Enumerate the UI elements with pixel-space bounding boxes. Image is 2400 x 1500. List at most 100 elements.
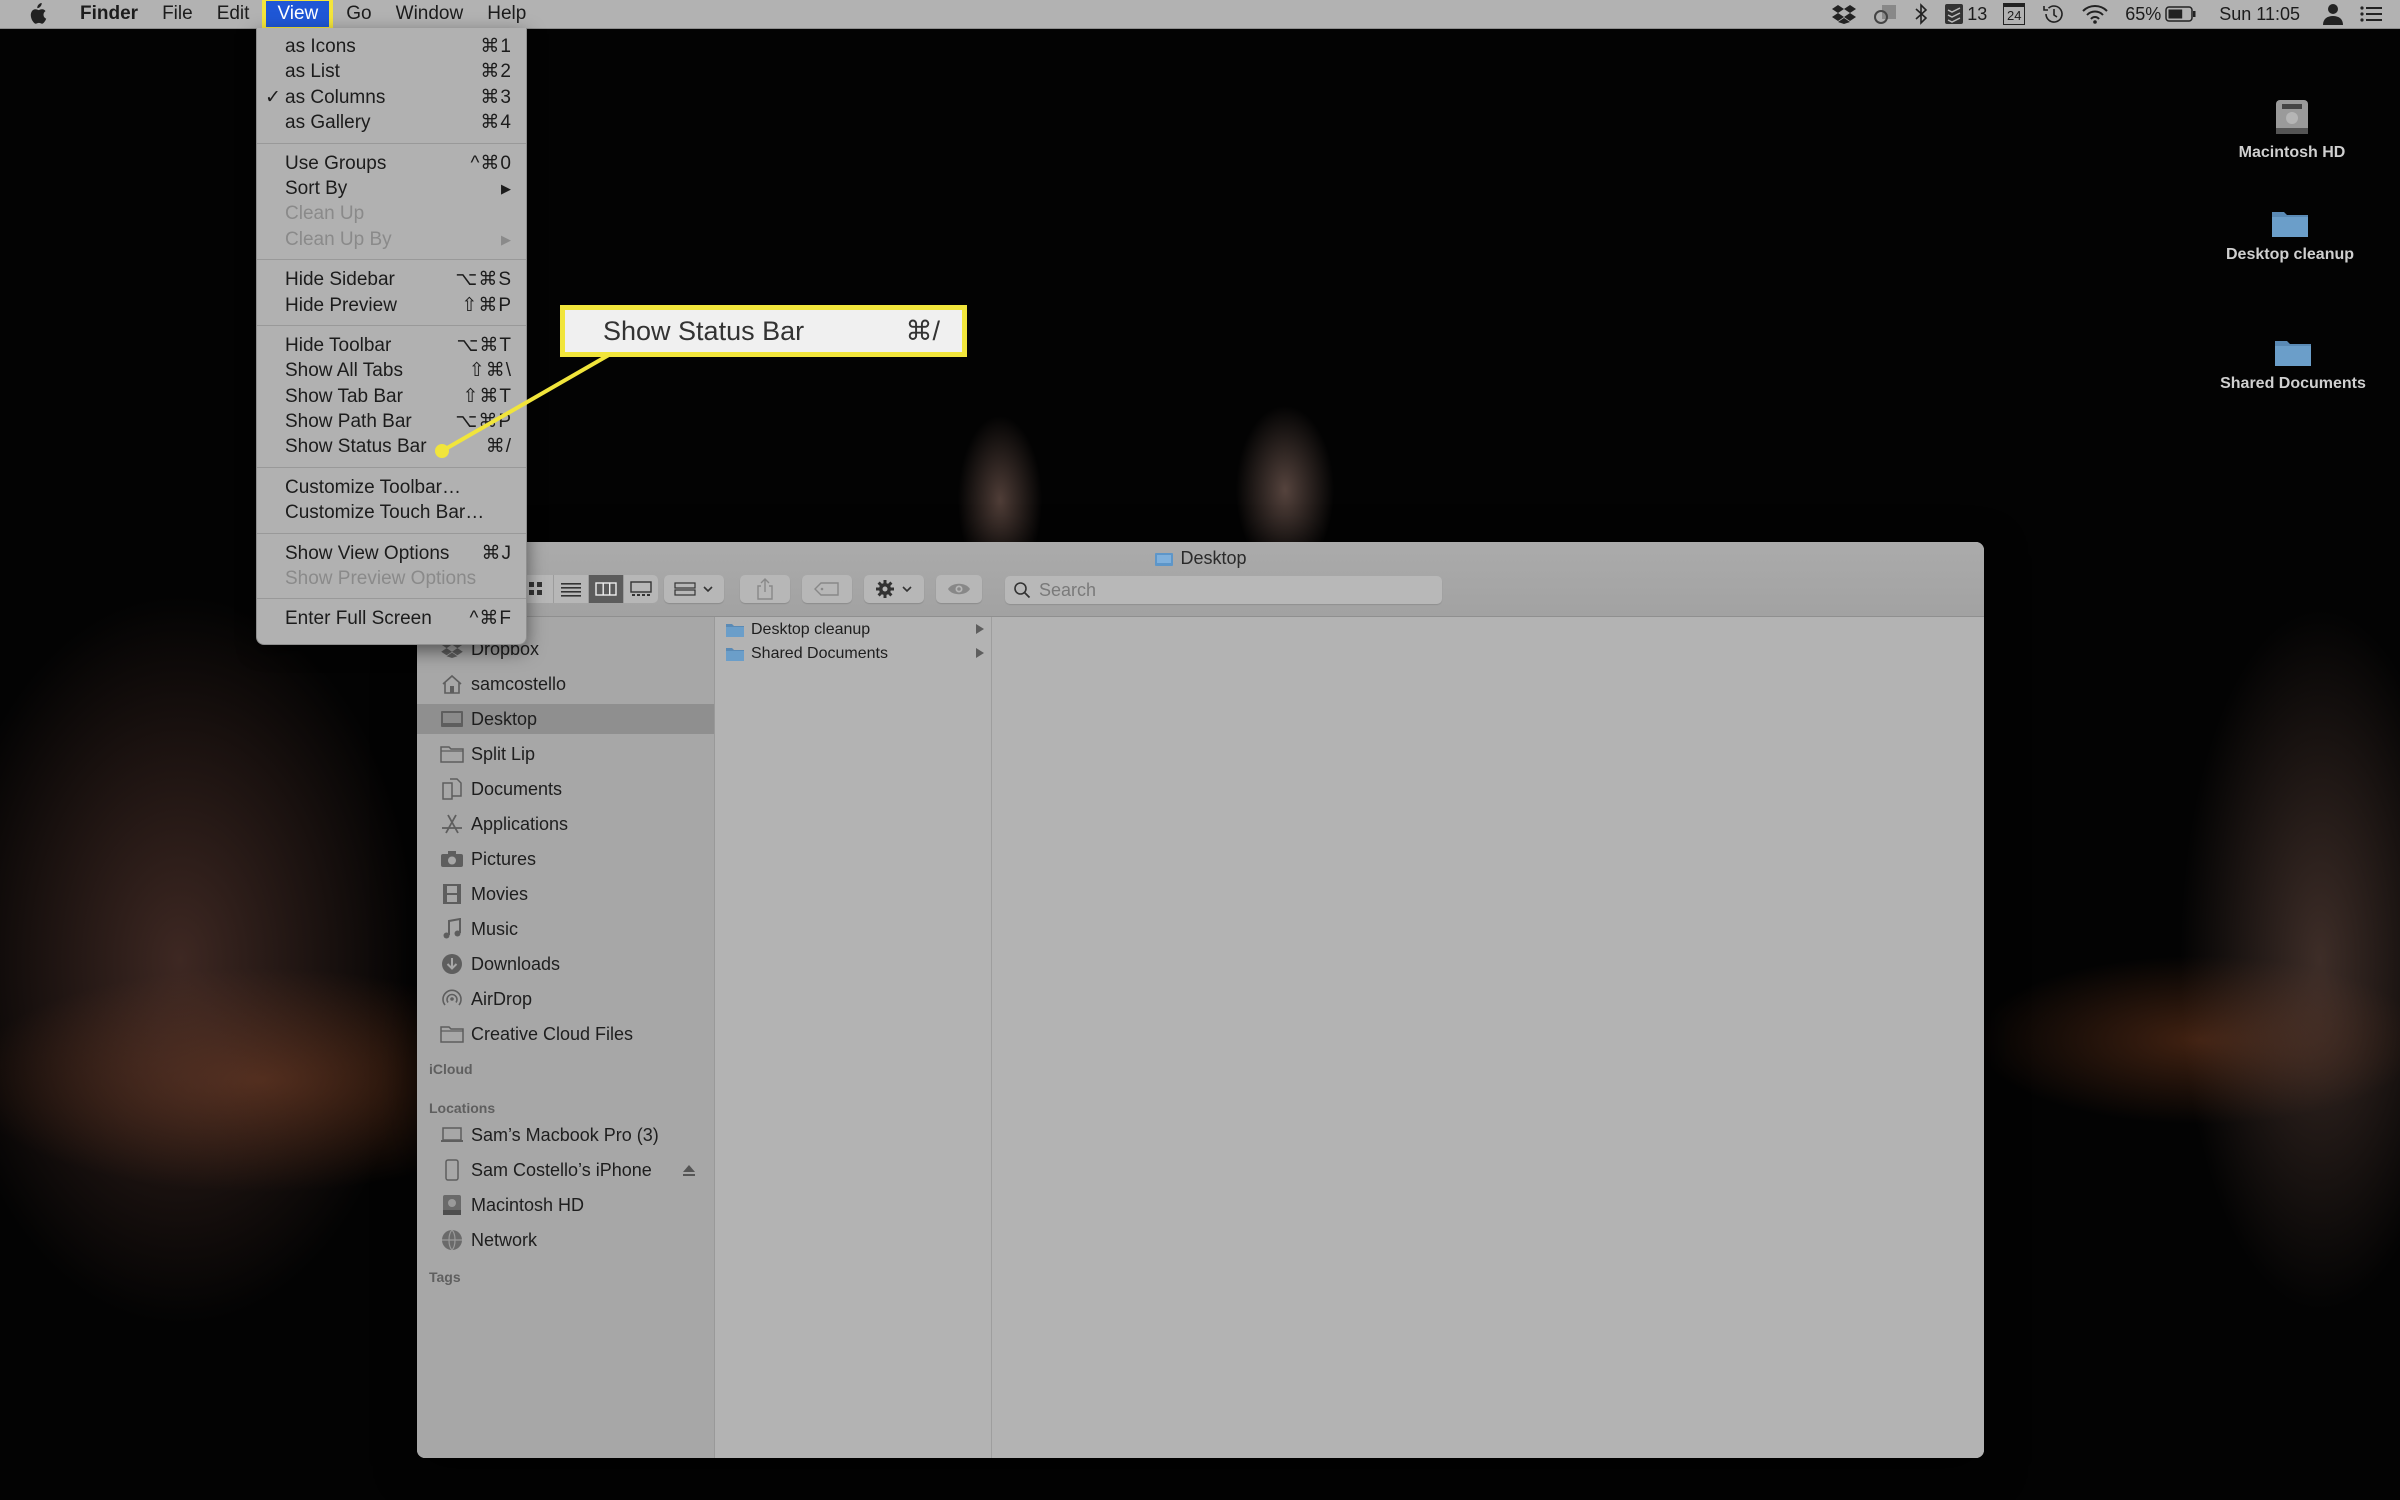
menu-go[interactable]: Go: [334, 0, 383, 28]
menu-separator: [257, 259, 526, 261]
menu-item-show-all-tabs[interactable]: Show All Tabs ⇧⌘\: [257, 358, 526, 383]
column-item-desktop-cleanup[interactable]: Desktop cleanup: [715, 618, 991, 642]
sidebar-item-music[interactable]: Music: [417, 914, 714, 944]
menu-file[interactable]: File: [150, 0, 205, 28]
sidebar-item-downloads[interactable]: Downloads: [417, 949, 714, 979]
sidebar-item-samcostello[interactable]: samcostello: [417, 669, 714, 699]
menu-item-hide-toolbar[interactable]: Hide Toolbar ⌥⌘T: [257, 333, 526, 358]
menu-item-show-view-options[interactable]: Show View Options ⌘J: [257, 541, 526, 566]
desktop-icon-macintosh-hd[interactable]: Macintosh HD: [2207, 98, 2377, 162]
menu-item-clean-up: Clean Up: [257, 201, 526, 226]
sidebar-item-network[interactable]: Network: [417, 1225, 714, 1255]
sidebar-item-documents[interactable]: Documents: [417, 774, 714, 804]
dropbox-icon[interactable]: [1824, 0, 1864, 28]
todoist-menu[interactable]: 13: [1936, 0, 1995, 28]
menu-item-shortcut: ⌘/: [485, 436, 512, 458]
menu-item-shortcut: ⇧⌘T: [462, 385, 512, 407]
menu-item-shortcut: ⌘J: [481, 542, 512, 564]
menu-item-show-path-bar[interactable]: Show Path Bar ⌥⌘P: [257, 409, 526, 434]
desktop-icon-label: Macintosh HD: [2238, 144, 2346, 161]
tag-button[interactable]: [802, 575, 852, 603]
menu-item-show-preview-options: Show Preview Options: [257, 566, 526, 591]
time-machine-icon[interactable]: [2033, 0, 2073, 28]
sidebar-item-macintosh-hd[interactable]: Macintosh HD: [417, 1190, 714, 1220]
view-menu: as Icons ⌘1 as List ⌘2 ✓ as Columns ⌘3 as Galle…: [256, 28, 527, 645]
eject-icon[interactable]: [682, 1161, 696, 1182]
menu-item-label: as Icons: [285, 36, 356, 57]
sidebar-item-applications[interactable]: Applications: [417, 809, 714, 839]
menu-item-as-list[interactable]: as List ⌘2: [257, 59, 526, 84]
sidebar-item-iphone[interactable]: Sam Costello’s iPhone: [417, 1155, 714, 1185]
clock[interactable]: Sun 11:05: [2205, 0, 2314, 28]
title-toolbar: Desktop: [417, 542, 1984, 617]
menu-item-label: Clean Up By: [285, 228, 392, 250]
menu-item-label: Clean Up: [285, 203, 365, 225]
sidebar-item-pictures[interactable]: Pictures: [417, 844, 714, 874]
menu-item-sort-by[interactable]: Sort By ▶: [257, 176, 526, 201]
column-item-shared-documents[interactable]: Shared Documents: [715, 642, 991, 666]
battery-menu[interactable]: 65%: [2117, 0, 2205, 28]
menu-bar: Finder File Edit View Go Window Help 13 …: [0, 0, 2400, 31]
desktop-folder-icon: [1155, 552, 1174, 566]
sidebar-item-movies[interactable]: Movies: [417, 879, 714, 909]
menu-finder[interactable]: Finder: [68, 0, 150, 28]
menu-item-label: Use Groups: [285, 152, 387, 174]
menu-item-shortcut: ⇧⌘\: [468, 360, 512, 382]
menu-help[interactable]: Help: [475, 0, 538, 28]
menu-item-label: Show Status Bar: [285, 436, 427, 458]
menu-item-hide-preview[interactable]: Hide Preview ⇧⌘P: [257, 293, 526, 318]
menu-item-as-columns[interactable]: ✓ as Columns ⌘3: [257, 85, 526, 110]
share-button[interactable]: [740, 575, 790, 603]
user-icon[interactable]: [2314, 0, 2352, 28]
folder-icon: [439, 742, 465, 766]
calendar-icon[interactable]: 24: [1995, 0, 2033, 28]
menu-item-label: as Gallery: [285, 112, 371, 134]
search-input[interactable]: [1037, 578, 1421, 602]
quick-look-button[interactable]: [936, 575, 982, 603]
menu-edit[interactable]: Edit: [205, 0, 262, 28]
bluetooth-icon[interactable]: [1906, 0, 1936, 28]
sidebar-item-desktop[interactable]: Desktop: [417, 704, 714, 734]
menu-item-customize-toolbar[interactable]: Customize Toolbar…: [257, 475, 526, 500]
gallery-view-button[interactable]: [624, 575, 658, 603]
column-view-button[interactable]: [589, 575, 624, 603]
action-button[interactable]: [864, 575, 924, 603]
menu-view[interactable]: View: [262, 0, 334, 31]
menu-window[interactable]: Window: [384, 0, 476, 28]
menu-item-as-icons[interactable]: as Icons ⌘1: [257, 34, 526, 59]
sidebar-item-airdrop[interactable]: AirDrop: [417, 984, 714, 1014]
menu-item-hide-sidebar[interactable]: Hide Sidebar ⌥⌘S: [257, 267, 526, 292]
status-menus: 13 24 65% Sun 11:05: [1824, 0, 2400, 28]
menu-item-enter-full-screen[interactable]: Enter Full Screen ^⌘F: [257, 606, 526, 631]
iphone-icon: [439, 1158, 465, 1182]
folder-icon: [2272, 212, 2308, 237]
desktop-icon-shared-documents[interactable]: Shared Documents: [2208, 337, 2378, 393]
menu-item-show-tab-bar[interactable]: Show Tab Bar ⇧⌘T: [257, 384, 526, 409]
menu-item-show-status-bar[interactable]: Show Status Bar ⌘/: [257, 434, 526, 459]
disclosure-arrow-icon: [976, 624, 984, 634]
notification-center-icon[interactable]: [2352, 0, 2400, 28]
wifi-icon[interactable]: [2073, 0, 2117, 28]
sidebar-item-macbook-pro[interactable]: Sam’s Macbook Pro (3): [417, 1120, 714, 1150]
creative-cloud-icon[interactable]: [1864, 0, 1906, 28]
list-view-button[interactable]: [554, 575, 589, 603]
menu-item-clean-up-by: Clean Up By ▶: [257, 227, 526, 252]
group-button[interactable]: [664, 575, 724, 603]
menu-item-customize-touch-bar[interactable]: Customize Touch Bar…: [257, 500, 526, 525]
desktop-icon-desktop-cleanup[interactable]: Desktop cleanup: [2205, 208, 2375, 264]
film-icon: [439, 882, 465, 906]
sidebar-item-creative-cloud-files[interactable]: Creative Cloud Files: [417, 1019, 714, 1049]
search-icon: [1014, 582, 1031, 599]
callout-label: Show Status Bar: [603, 315, 805, 346]
menu-separator: [257, 324, 526, 326]
apple-logo-icon[interactable]: [26, 3, 48, 25]
folder-icon: [2275, 341, 2311, 366]
menu-item-shortcut: ⌘2: [480, 61, 512, 83]
column-empty: [992, 617, 1984, 1458]
search-field[interactable]: [1005, 576, 1442, 604]
menu-item-use-groups[interactable]: Use Groups ^⌘0: [257, 151, 526, 176]
menu-item-as-gallery[interactable]: as Gallery ⌘4: [257, 110, 526, 135]
menu-item-label: Show Preview Options: [285, 568, 477, 590]
sidebar-item-split-lip[interactable]: Split Lip: [417, 739, 714, 769]
menu-item-label: Customize Touch Bar…: [285, 502, 485, 524]
